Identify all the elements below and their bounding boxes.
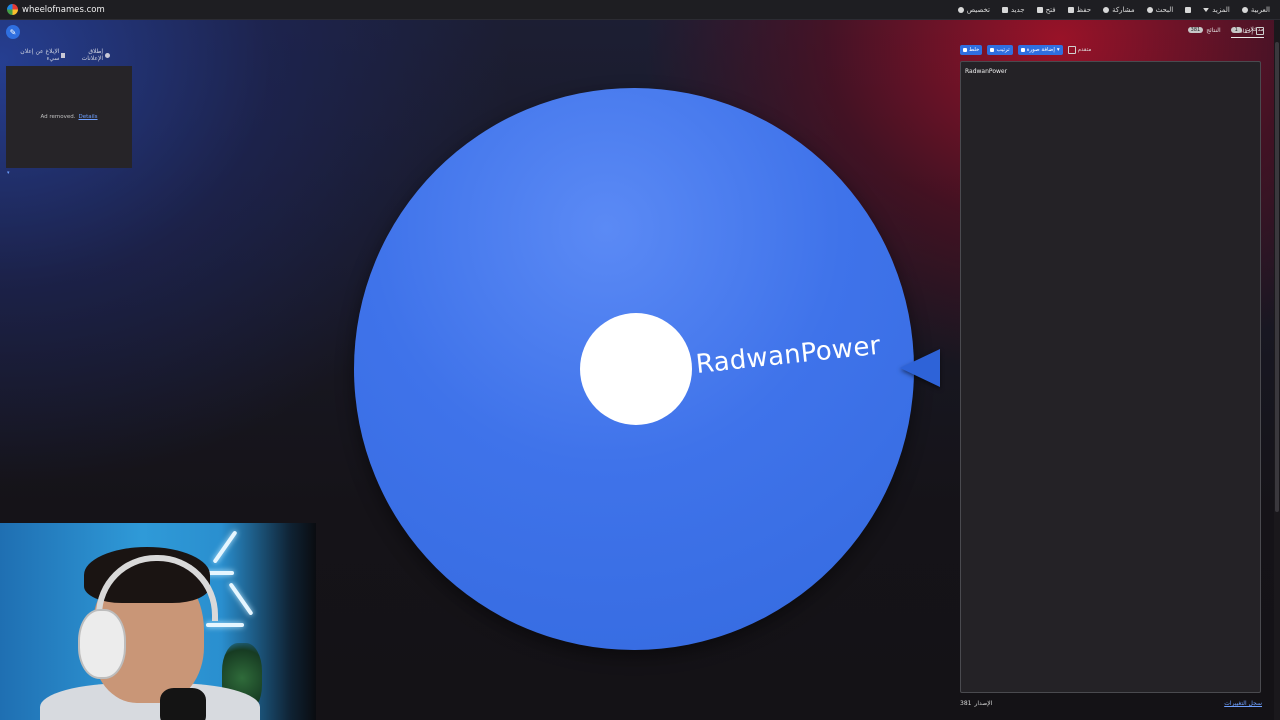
chevron-down-icon: ▾ [1056,46,1060,53]
ad-links: إطلاق الإعلانات الإبلاغ عن إعلان سيء [6,48,110,62]
palette-icon [957,6,964,13]
top-menu: تخصيص جديد فتح حفظ مشاركة البحث المزيد ا… [957,0,1270,19]
tab-results-count: 381 [1187,27,1204,33]
menu-share-label: مشاركة [1112,5,1135,14]
changelog-link[interactable]: سجل التغييرات [1224,700,1262,707]
report-ad-label: الإبلاغ عن إعلان سيء [20,48,60,62]
advanced-toggle[interactable]: متقدم [1067,45,1092,54]
wheel-pointer-icon [900,349,940,387]
menu-more[interactable]: المزيد [1203,6,1230,14]
menu-search-label: البحث [1155,5,1174,14]
version-label: الإصدار [974,700,993,707]
wall-light [206,623,244,627]
wheel-logo-icon [7,4,18,15]
menu-customize-label: تخصيص [966,5,990,14]
sort-icon [990,47,995,52]
menu-search[interactable]: البحث [1146,5,1174,14]
version-number: 381 [960,700,972,707]
advanced-checkbox[interactable] [1067,45,1076,54]
edit-button[interactable]: ✎ [6,25,20,39]
microphone [160,688,206,720]
site-brand[interactable]: wheelofnames.com [7,4,105,15]
ad-free-link[interactable]: إطلاق الإعلانات [65,48,110,62]
image-icon [1020,47,1025,52]
hide-toggle[interactable]: إخفاء [1240,27,1265,35]
ad-details-link[interactable]: Details [78,114,97,120]
menu-share[interactable]: مشاركة [1103,6,1135,14]
page-scrollbar[interactable] [1274,20,1280,720]
entry-toolbar: خلط ترتيب إضافة صورة ▾ متقدم [960,44,1091,55]
add-image-label: إضافة صورة [1026,46,1055,53]
fullscreen-icon [1185,6,1192,13]
sort-label: ترتيب [996,46,1010,53]
scrollbar-thumb[interactable] [1275,42,1279,512]
wheel-hub[interactable] [580,313,692,425]
ad-removed-text: Ad removed. [40,114,76,120]
menu-language-label: العربية [1250,5,1270,14]
ad-free-label: إطلاق الإعلانات [81,48,104,62]
flag-icon [61,52,66,58]
webcam-overlay [0,523,316,720]
panel-footer: 381 الإصدار سجل التغييرات [960,700,1262,707]
menu-new-label: جديد [1010,5,1025,14]
search-icon [1146,6,1153,13]
report-ad-link[interactable]: الإبلاغ عن إعلان سيء [6,48,66,62]
entries-textarea[interactable]: RadwanPower [960,61,1261,693]
menu-save[interactable]: حفظ [1067,5,1092,14]
menu-save-label: حفظ [1076,5,1092,14]
shuffle-label: خلط [969,46,980,53]
folder-icon [1036,6,1043,13]
spin-wheel[interactable]: RadwanPower [354,88,914,650]
share-icon [1103,6,1110,13]
headphone-earcup [78,609,126,679]
entries-panel: مدخلات 1 النتائج 381 إخفاء خلط ترتيب إضا… [956,22,1268,718]
entry-line: RadwanPower [965,68,1008,75]
version-info: 381 الإصدار [960,700,992,707]
shuffle-icon [963,47,967,52]
menu-fullscreen[interactable] [1185,6,1192,13]
advanced-label: متقدم [1077,46,1092,53]
info-icon [105,52,110,58]
add-image-button[interactable]: إضافة صورة ▾ [1017,44,1063,55]
new-file-icon [1001,6,1008,13]
tab-results[interactable]: النتائج 381 [1187,26,1221,38]
browser-topbar: wheelofnames.com تخصيص جديد فتح حفظ مشار… [0,0,1280,20]
hide-checkbox[interactable] [1256,27,1265,35]
hide-label: إخفاء [1240,27,1254,35]
chevron-down-icon [1203,7,1210,12]
shuffle-button[interactable]: خلط [960,44,983,55]
pencil-icon: ✎ [9,27,17,37]
menu-new[interactable]: جديد [1001,5,1025,14]
menu-customize[interactable]: تخصيص [957,5,990,14]
menu-open[interactable]: فتح [1036,5,1056,14]
globe-icon [1241,6,1248,13]
tab-results-label: النتائج [1206,26,1221,34]
wall-light [212,530,238,564]
menu-more-label: المزيد [1212,5,1230,14]
wall-light [228,582,254,616]
menu-language[interactable]: العربية [1241,5,1270,14]
ad-marker-icon: ▾ [7,170,10,176]
ad-placeholder: Ad removed. Details [6,66,132,168]
sort-button[interactable]: ترتيب [987,44,1013,55]
save-icon [1067,6,1074,13]
site-name: wheelofnames.com [22,4,105,15]
menu-open-label: فتح [1045,5,1056,14]
